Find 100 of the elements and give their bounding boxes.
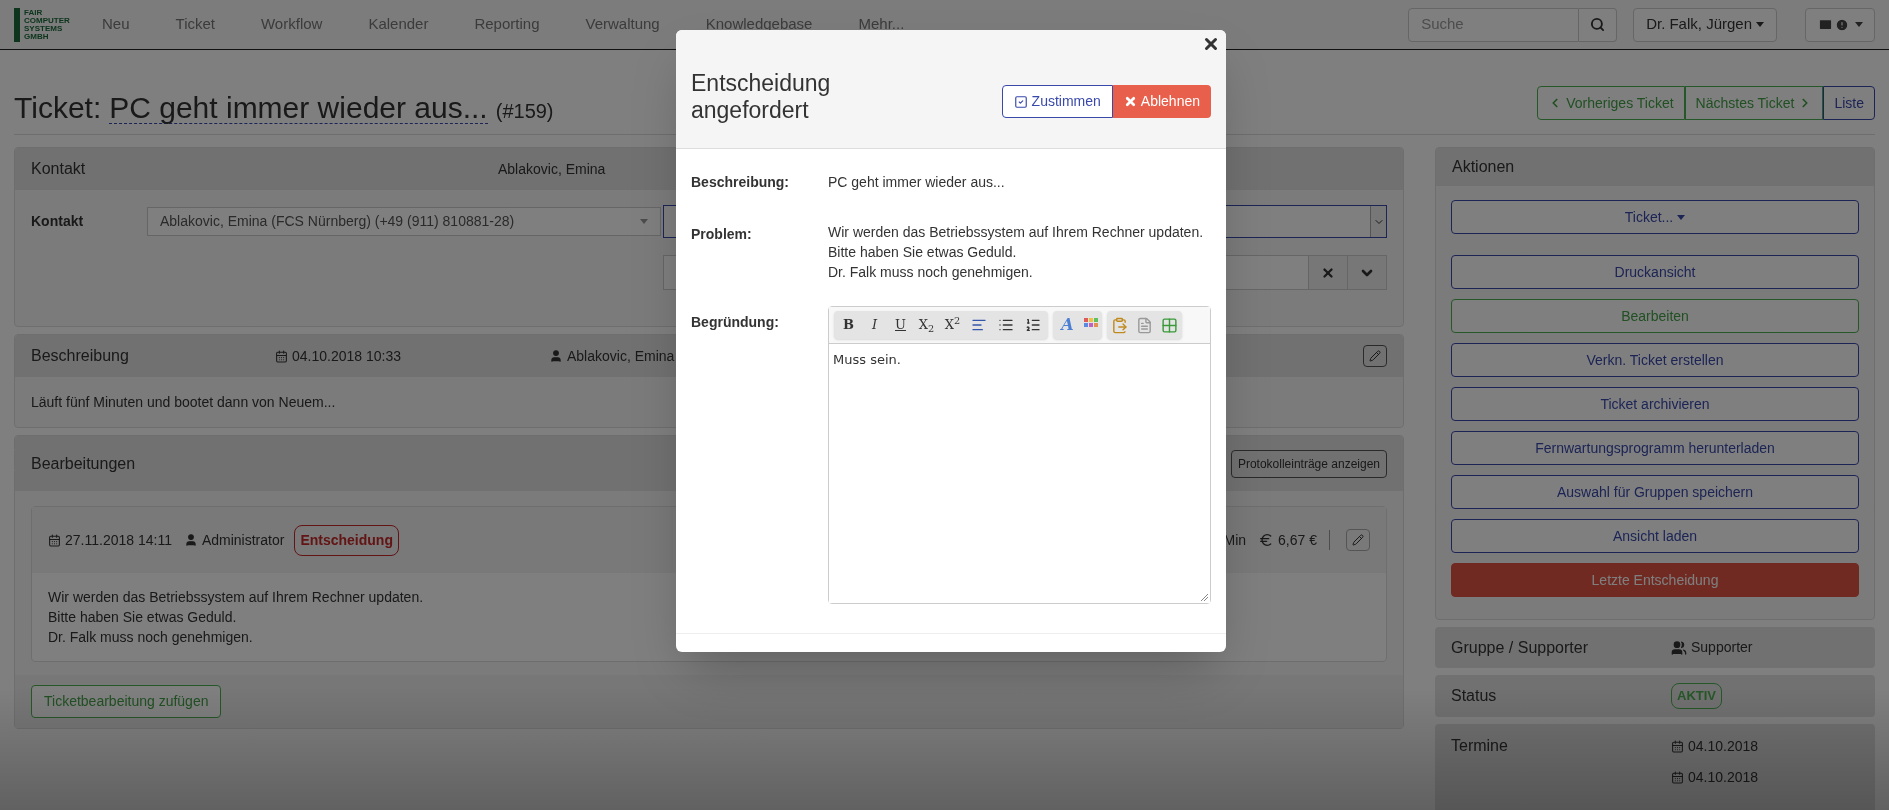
search-button[interactable] (1579, 7, 1618, 42)
format-button[interactable]: X$_{2}$ (916, 314, 937, 336)
user-menu-button[interactable]: Dr. Falk, Jürgen (1633, 7, 1777, 42)
nav-link[interactable]: Neu (102, 13, 130, 36)
logo-text: GMBH (24, 32, 50, 41)
logo-text: COMPUTER (24, 16, 70, 25)
editor-text: Muss sein. (833, 352, 901, 367)
expand-button[interactable] (1348, 255, 1387, 290)
paste-icon (1111, 316, 1128, 334)
clear-button[interactable] (1309, 255, 1348, 290)
format-button[interactable]: U (890, 314, 911, 336)
panel-title: Kontakt (31, 159, 87, 179)
entry-text-line: Dr. Falk muss noch genehmigen. (48, 628, 253, 647)
company-logo[interactable]: FAIR COMPUTER SYSTEMS GMBH (14, 7, 74, 42)
entry-author: Administrator (201, 530, 285, 550)
panel-title: Beschreibung (31, 346, 130, 366)
problem-text-line: Dr. Falk muss noch genehmigen. (828, 263, 1034, 282)
nav-link[interactable]: Workflow (261, 13, 323, 36)
field-label: Problem: (691, 225, 753, 244)
pencil-icon (1352, 534, 1364, 546)
action-button[interactable]: Verkn. Ticket erstellen (1451, 343, 1859, 377)
search-icon (1590, 17, 1606, 32)
nav-link[interactable]: Kalender (368, 13, 429, 36)
nav-link[interactable]: Verwaltung (585, 13, 660, 36)
select-value: Ablakovic, Emina (FCS Nürnberg) (+49 (911) 810881-28) (160, 212, 515, 231)
user-icon (549, 349, 563, 363)
problem-text-line: Bitte haben Sie etwas Geduld. (828, 243, 1018, 262)
close-icon (1321, 265, 1335, 280)
action-button[interactable]: Bearbeiten (1451, 299, 1859, 333)
entry-cost: 6,67 € (1278, 530, 1317, 550)
calendar-icon (1671, 740, 1684, 753)
edit-button[interactable] (1363, 345, 1387, 367)
row-label: Termine (1451, 736, 1509, 756)
action-button[interactable]: Auswahl für Gruppen speichern (1451, 475, 1859, 509)
caret-icon (1756, 22, 1764, 27)
user-icon (183, 533, 198, 547)
nav-link[interactable]: Reporting (474, 13, 540, 36)
dialog-title: Entscheidung angefordert (691, 70, 832, 124)
ticket-number: (#159) (495, 101, 554, 121)
created-date: 04.10.2018 10:33 (292, 346, 401, 366)
pencil-icon (1369, 350, 1381, 362)
show-log-button[interactable]: Protokolleinträge anzeigen (1230, 449, 1387, 478)
calendar-icon (48, 533, 61, 547)
action-button[interactable]: Letzte Entscheidung (1451, 563, 1859, 597)
resize-handle-icon[interactable] (1201, 594, 1208, 601)
entry-text-line: Bitte haben Sie etwas Geduld. (48, 608, 237, 627)
description-value: PC geht immer wieder aus... (828, 173, 1005, 192)
supporter-name: Supporter (1691, 638, 1753, 657)
alert-icon (1834, 17, 1849, 32)
decision-badge: Entscheidung (294, 524, 399, 556)
contact-select[interactable]: Ablakovic, Emina (FCS Nürnberg) (+49 (911) 810881-28) (147, 207, 661, 236)
calendar-icon (275, 349, 288, 363)
reject-button[interactable]: Ablehnen (1112, 85, 1211, 118)
entry-date: 27.11.2018 14:11 (65, 530, 172, 550)
dropdown-toggle[interactable] (1370, 206, 1386, 237)
bulleted-list-icon (998, 317, 1014, 333)
format-button[interactable]: X$^{2}$ (942, 314, 963, 336)
ticket-dropdown-button[interactable]: Ticket... (1451, 200, 1859, 234)
action-button[interactable]: Druckansicht (1451, 255, 1859, 289)
ticket-title-label: Ticket: (14, 93, 102, 123)
panel-title: Bearbeitungen (31, 453, 136, 474)
field-label: Kontakt (31, 212, 85, 231)
list-button[interactable]: Liste (1823, 86, 1875, 120)
row-label: Status (1451, 686, 1498, 706)
add-edit-button[interactable]: Ticketbearbeitung zufügen (31, 685, 222, 718)
row-label: Gruppe / Supporter (1451, 637, 1589, 658)
edit-button[interactable] (1346, 529, 1370, 551)
notifications-button[interactable] (1805, 7, 1875, 42)
author-name: Ablakovic, Emina (567, 346, 675, 366)
caret-icon (640, 219, 648, 224)
format-button[interactable]: B (838, 314, 859, 336)
logo-text: SYSTEMS (24, 24, 64, 33)
ticket-subject[interactable]: PC geht immer wieder aus... (109, 93, 488, 124)
close-icon (1202, 35, 1220, 53)
align-icon (971, 317, 987, 333)
appointment-date: 04.10.2018 (1688, 768, 1759, 787)
calendar-icon (1671, 771, 1684, 784)
action-button[interactable]: Fernwartungsprogramm herunterladen (1451, 431, 1859, 465)
contact-name: Ablakovic, Emina (498, 159, 606, 179)
status-badge: AKTIV (1671, 683, 1722, 709)
approve-button[interactable]: Zustimmen (1001, 85, 1113, 118)
action-button[interactable]: Ticket archivieren (1451, 387, 1859, 421)
numbered-list-icon (1025, 317, 1041, 333)
logo-text: FAIR (24, 8, 44, 17)
appointment-date: 04.10.2018 (1688, 737, 1759, 756)
action-button[interactable]: Ansicht laden (1451, 519, 1859, 553)
users-icon (1671, 639, 1687, 656)
entry-text-line: Wir werden das Betriebssystem auf Ihrem Rechner updaten. (48, 588, 424, 607)
format-button[interactable]: I (864, 314, 885, 336)
next-ticket-button[interactable]: Nächstes Ticket (1684, 86, 1824, 120)
document-icon (1136, 316, 1153, 334)
field-label: Beschreibung: (691, 173, 790, 192)
rich-text-editor[interactable]: B I U X$_{2}$ X$^{2}$ A Muss sein. (828, 306, 1211, 604)
caret-icon (1677, 214, 1686, 220)
checkbox-icon (1013, 94, 1028, 109)
previous-ticket-button[interactable]: Vorheriges Ticket (1537, 86, 1685, 120)
description-text: Läuft fünf Minuten und bootet dann von Neuem... (31, 392, 336, 412)
nav-link[interactable]: Ticket (175, 13, 215, 36)
field-label: Begründung: (691, 313, 780, 332)
grid-icon (1161, 316, 1178, 334)
